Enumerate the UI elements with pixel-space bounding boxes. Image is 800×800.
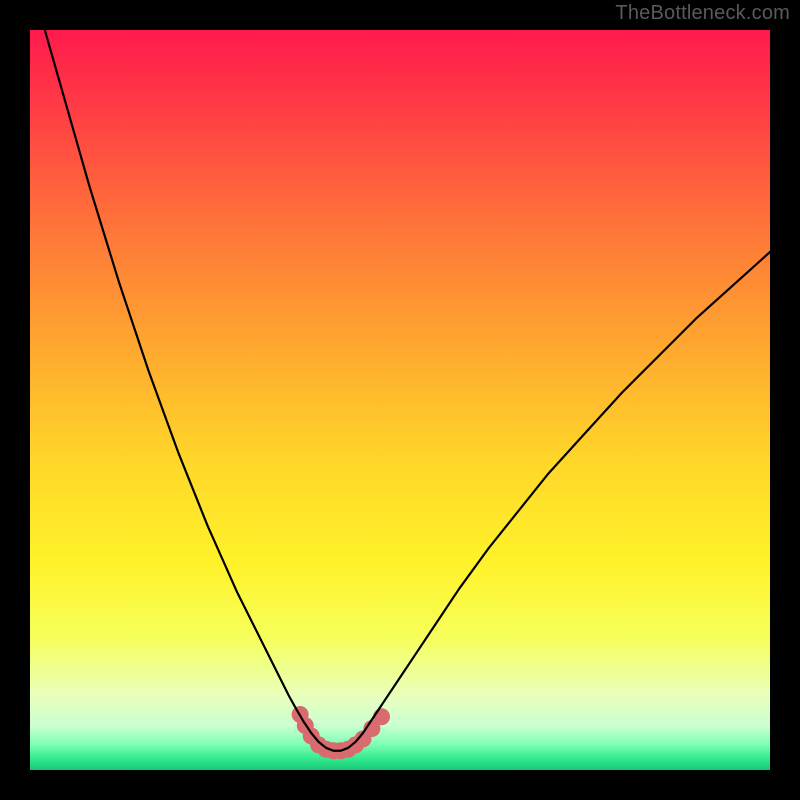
valley-dot (373, 708, 390, 725)
watermark-label: TheBottleneck.com (615, 2, 790, 25)
gradient-background (30, 30, 770, 770)
chart-frame: TheBottleneck.com (0, 0, 800, 800)
bottleneck-curve-chart (30, 30, 770, 770)
plot-area (30, 30, 770, 770)
